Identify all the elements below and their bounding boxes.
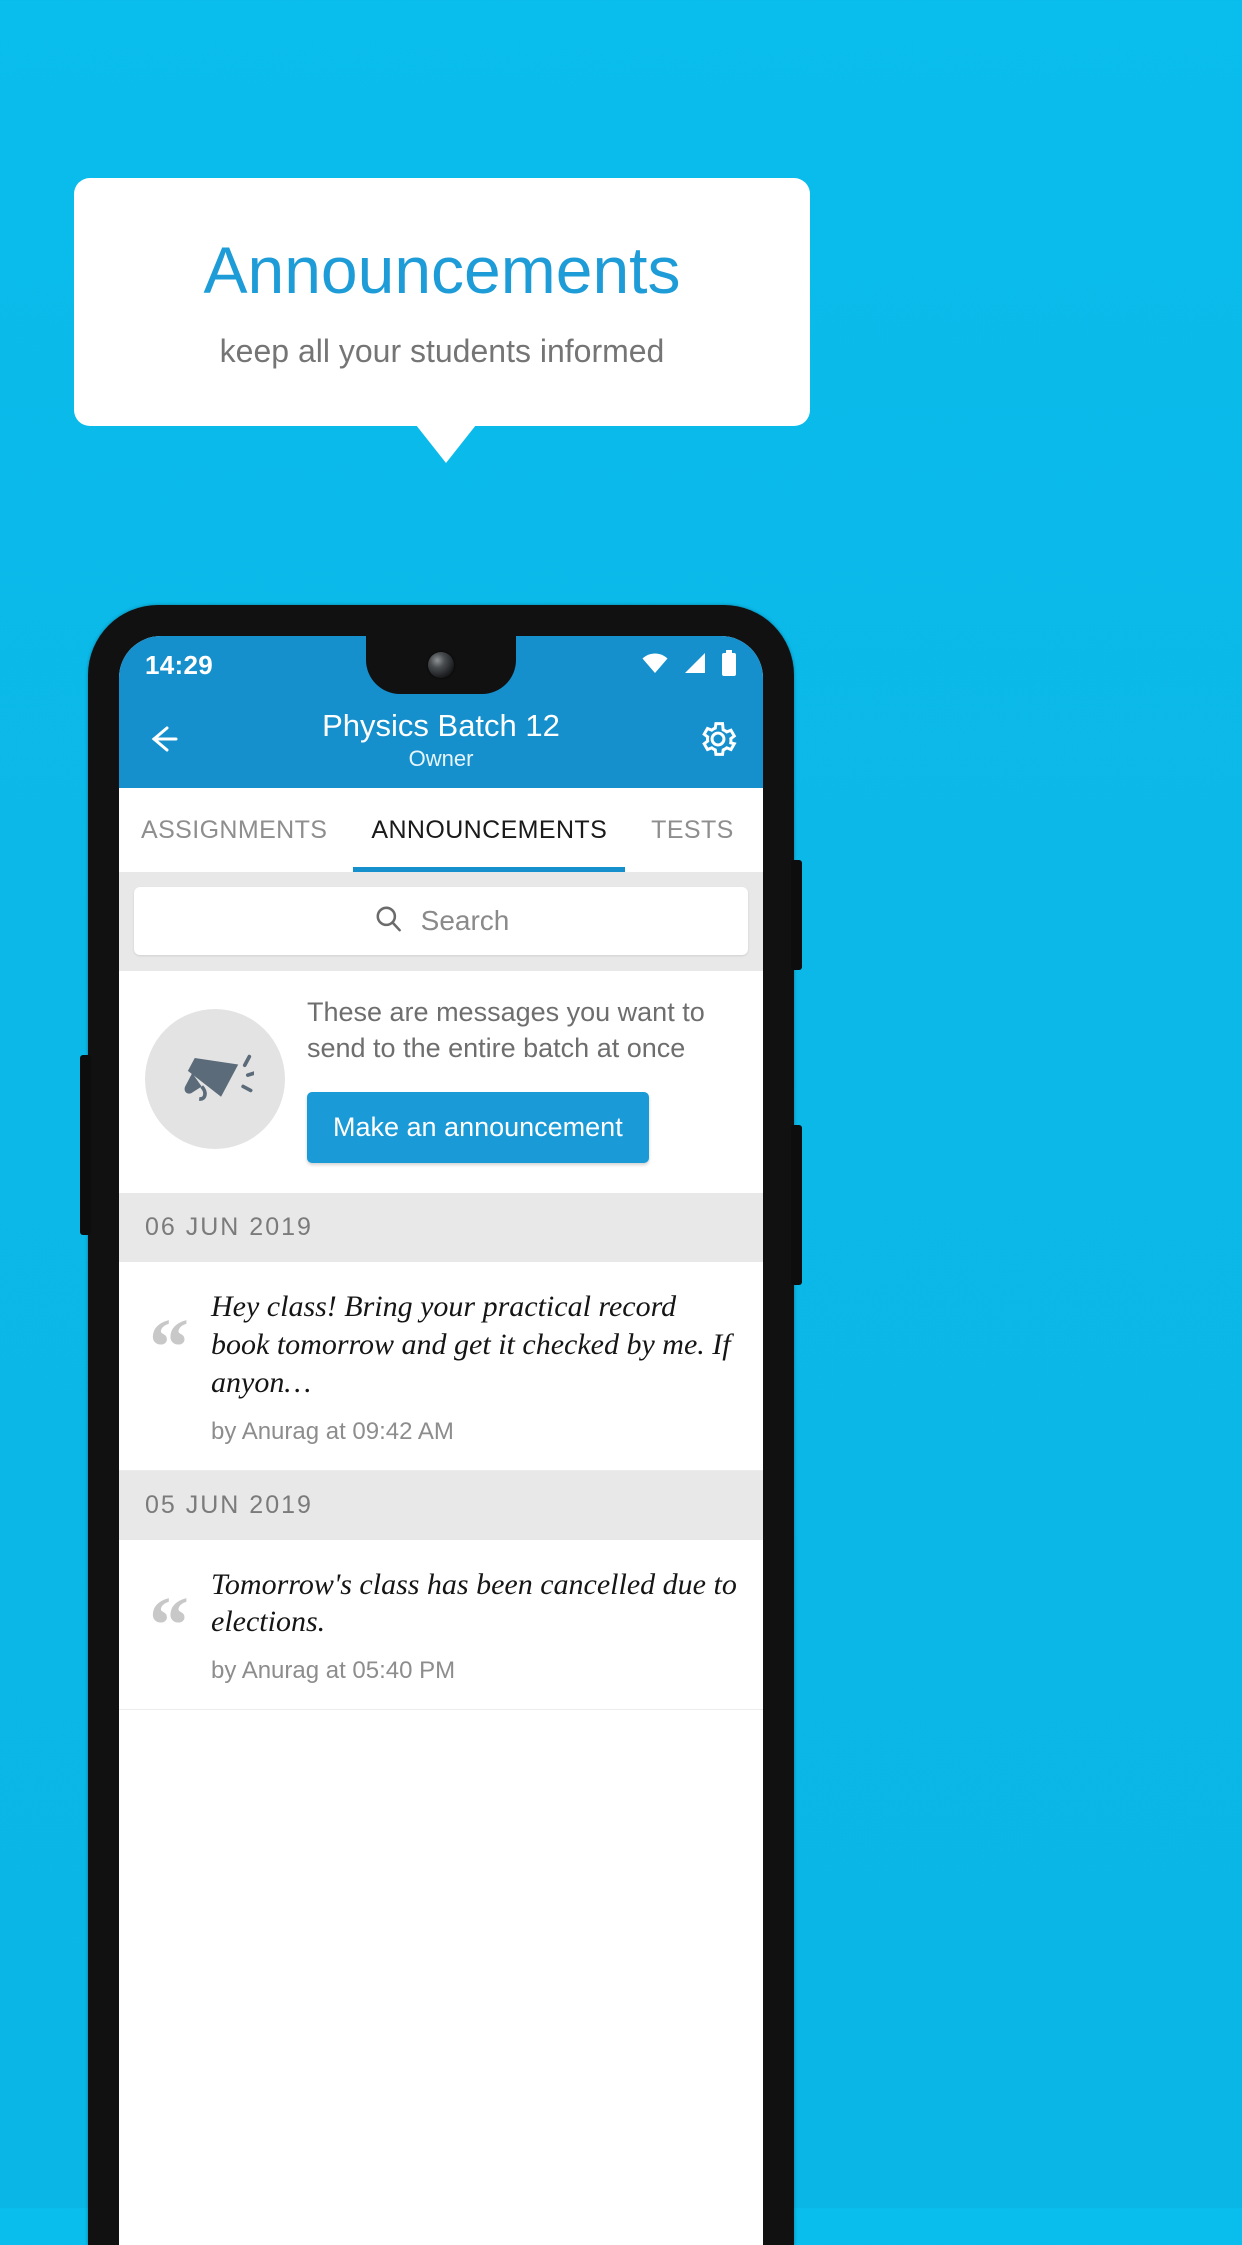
announcement-promo-right: These are messages you want to send to t… — [307, 995, 737, 1164]
promo-subtitle: keep all your students informed — [219, 332, 665, 369]
search-input[interactable]: Search — [134, 887, 748, 955]
promo-title: Announcements — [203, 233, 681, 308]
wifi-icon — [641, 652, 669, 679]
gear-icon[interactable] — [697, 718, 739, 765]
announcement-promo-text: These are messages you want to send to t… — [307, 997, 705, 1063]
tab-assignments[interactable]: ASSIGNMENTS — [119, 788, 349, 872]
promo-card: Announcements keep all your students inf… — [74, 178, 810, 426]
announcement-body: Tomorrow's class has been cancelled due … — [211, 1566, 737, 1686]
announcement-promo-card: These are messages you want to send to t… — [119, 971, 763, 1194]
announcement-list-item[interactable]: “ Hey class! Bring your practical record… — [119, 1262, 763, 1471]
search-placeholder: Search — [420, 905, 510, 936]
announcement-list-item[interactable]: “ Tomorrow's class has been cancelled du… — [119, 1539, 763, 1711]
quote-icon: “ — [149, 1304, 189, 1393]
search-icon — [373, 903, 405, 940]
announcement-text: Hey class! Bring your practical record b… — [211, 1290, 731, 1399]
status-bar-icons — [641, 649, 737, 681]
tab-bar: ASSIGNMENTS ANNOUNCEMENTS TESTS ’ — [119, 788, 763, 872]
app-bar-titles: Physics Batch 12 Owner — [185, 708, 697, 772]
search-section: Search — [119, 872, 763, 971]
date-header: 06 JUN 2019 — [119, 1193, 763, 1263]
power-button[interactable] — [791, 860, 802, 970]
megaphone-icon-container — [145, 1009, 285, 1150]
assistant-button[interactable] — [80, 1055, 91, 1235]
status-bar-clock: 14:29 — [145, 649, 213, 680]
announcement-text: Tomorrow's class has been cancelled due … — [211, 1567, 737, 1639]
tab-overflow[interactable]: ’ — [756, 788, 763, 872]
announcement-body: Hey class! Bring your practical record b… — [211, 1288, 737, 1445]
date-header: 05 JUN 2019 — [119, 1470, 763, 1540]
arrow-left-icon[interactable] — [143, 718, 185, 765]
megaphone-icon — [176, 1038, 260, 1121]
battery-icon — [721, 649, 737, 681]
page-subtitle: Owner — [408, 746, 474, 771]
front-camera-icon — [428, 652, 454, 678]
volume-button[interactable] — [791, 1125, 802, 1285]
tab-tests[interactable]: TESTS — [629, 788, 756, 872]
announcement-meta: by Anurag at 05:40 PM — [211, 1657, 456, 1685]
tab-announcements[interactable]: ANNOUNCEMENTS — [349, 788, 629, 872]
page-title: Physics Batch 12 — [322, 708, 560, 743]
phone-screen: 14:29 Physics Batch 12 Owner ASSIGNMENTS… — [119, 636, 763, 2245]
phone-device-frame: 14:29 Physics Batch 12 Owner ASSIGNMENTS… — [80, 605, 802, 2245]
announcement-meta: by Anurag at 09:42 AM — [211, 1417, 454, 1445]
app-bar: Physics Batch 12 Owner — [119, 694, 763, 788]
promo-bubble-tail — [416, 425, 476, 463]
quote-icon: “ — [149, 1581, 189, 1670]
cellular-signal-icon — [683, 652, 707, 679]
make-announcement-button[interactable]: Make an announcement — [307, 1092, 649, 1164]
